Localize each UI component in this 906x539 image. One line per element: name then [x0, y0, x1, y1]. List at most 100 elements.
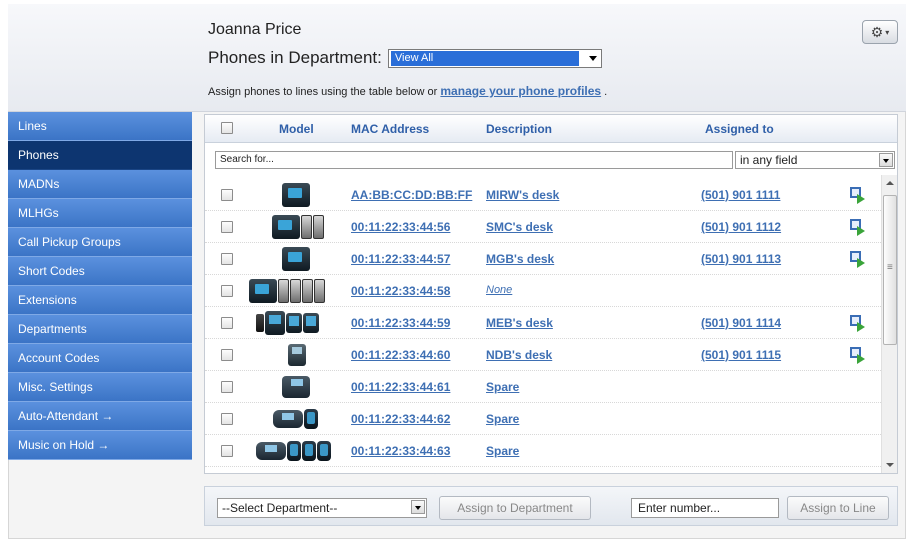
sidebar-item-madns[interactable]: MADNs: [8, 170, 192, 199]
description-link[interactable]: Spare: [486, 380, 519, 394]
forward-icon[interactable]: [850, 315, 866, 332]
row-checkbox[interactable]: [221, 253, 233, 265]
table-row[interactable]: AA:BB:CC:DD:BB:FF MIRW's desk (501) 901 …: [205, 179, 881, 211]
mac-address-link[interactable]: 00:11:22:33:44:63: [351, 444, 450, 458]
sidebar-item-phones[interactable]: Phones: [8, 141, 192, 170]
row-checkbox[interactable]: [221, 381, 233, 393]
mac-address-link[interactable]: 00:11:22:33:44:57: [351, 252, 450, 266]
phone-model-icon: [282, 374, 310, 400]
sidebar-item-lines[interactable]: Lines: [8, 112, 192, 141]
search-input[interactable]: Search for...: [215, 151, 733, 169]
row-checkbox[interactable]: [221, 317, 233, 329]
phone-model-icon: [288, 342, 306, 368]
scrollbar-thumb[interactable]: [883, 195, 897, 345]
sidebar: Lines Phones MADNs MLHGs Call Pickup Gro…: [8, 112, 192, 460]
description-link[interactable]: None: [486, 284, 512, 296]
chevron-down-icon: [411, 500, 425, 514]
manage-phone-profiles-link[interactable]: manage your phone profiles: [440, 84, 601, 98]
description-link[interactable]: Spare: [486, 444, 519, 458]
row-checkbox[interactable]: [221, 445, 233, 457]
mac-address-link[interactable]: AA:BB:CC:DD:BB:FF: [351, 188, 472, 202]
mac-address-link[interactable]: 00:11:22:33:44:58: [351, 284, 450, 298]
chevron-down-icon: [588, 55, 597, 61]
user-name: Joanna Price: [208, 21, 302, 38]
table-row[interactable]: 00:11:22:33:44:62 Spare: [205, 403, 881, 435]
sidebar-item-short-codes[interactable]: Short Codes: [8, 257, 192, 286]
description-link[interactable]: MEB's desk: [486, 316, 553, 330]
assigned-number-link[interactable]: (501) 901 1112: [701, 220, 781, 234]
sidebar-item-music-on-hold[interactable]: Music on Hold →: [8, 431, 192, 460]
action-footer: --Select Department-- Assign to Departme…: [204, 486, 898, 526]
sidebar-item-auto-attendant[interactable]: Auto-Attendant →: [8, 402, 192, 431]
sidebar-item-account-codes[interactable]: Account Codes: [8, 344, 192, 373]
mac-address-link[interactable]: 00:11:22:33:44:62: [351, 412, 450, 426]
row-checkbox[interactable]: [221, 413, 233, 425]
department-selected-value: View All: [390, 50, 579, 66]
forward-icon[interactable]: [850, 251, 866, 268]
row-checkbox[interactable]: [221, 189, 233, 201]
column-header-assigned[interactable]: Assigned to: [705, 122, 774, 136]
phone-model-icon: [256, 310, 319, 336]
table-row[interactable]: 00:11:22:33:44:57 MGB's desk (501) 901 1…: [205, 243, 881, 275]
table-row[interactable]: 00:11:22:33:44:60 NDB's desk (501) 901 1…: [205, 339, 881, 371]
table-row[interactable]: 00:11:22:33:44:63 Spare: [205, 435, 881, 467]
assign-note-text: Assign phones to lines using the table b…: [208, 86, 438, 98]
phones-table-panel: Model MAC Address Description Assigned t…: [204, 114, 898, 474]
mac-address-link[interactable]: 00:11:22:33:44:61: [351, 380, 450, 394]
department-label: Phones in Department:: [208, 48, 382, 67]
settings-menu-button[interactable]: ⚙ ▾: [862, 20, 898, 44]
row-checkbox[interactable]: [221, 221, 233, 233]
column-header-model[interactable]: Model: [279, 122, 314, 136]
table-row[interactable]: 00:11:22:33:44:61 Spare: [205, 371, 881, 403]
assigned-number-link[interactable]: (501) 901 1111: [701, 188, 780, 202]
mac-address-link[interactable]: 00:11:22:33:44:56: [351, 220, 450, 234]
forward-icon[interactable]: [850, 219, 866, 236]
row-checkbox[interactable]: [221, 349, 233, 361]
gear-icon: ⚙: [870, 23, 884, 40]
phone-model-icon: [273, 406, 318, 432]
search-field-value: in any field: [740, 153, 798, 167]
forward-icon[interactable]: [850, 187, 866, 204]
table-row[interactable]: 00:11:22:33:44:56 SMC's desk (501) 901 1…: [205, 211, 881, 243]
row-checkbox[interactable]: [221, 285, 233, 297]
sidebar-item-call-pickup-groups[interactable]: Call Pickup Groups: [8, 228, 192, 257]
scroll-up-icon[interactable]: [882, 175, 898, 191]
description-link[interactable]: NDB's desk: [486, 348, 552, 362]
table-body: AA:BB:CC:DD:BB:FF MIRW's desk (501) 901 …: [205, 179, 881, 471]
table-scrollbar[interactable]: [881, 175, 897, 473]
mac-address-link[interactable]: 00:11:22:33:44:59: [351, 316, 450, 330]
column-header-mac[interactable]: MAC Address: [351, 122, 429, 136]
description-link[interactable]: Spare: [486, 412, 519, 426]
sidebar-item-departments[interactable]: Departments: [8, 315, 192, 344]
select-all-checkbox[interactable]: [221, 122, 233, 134]
sidebar-item-misc-settings[interactable]: Misc. Settings: [8, 373, 192, 402]
description-link[interactable]: MGB's desk: [486, 252, 554, 266]
phone-model-icon: [282, 182, 310, 208]
table-row[interactable]: 00:11:22:33:44:59 MEB's desk (501) 901 1…: [205, 307, 881, 339]
description-link[interactable]: MIRW's desk: [486, 188, 559, 202]
assigned-number-link[interactable]: (501) 901 1113: [701, 252, 781, 266]
search-field-select[interactable]: in any field: [735, 151, 895, 169]
table-row[interactable]: 00:11:22:33:44:58 None: [205, 275, 881, 307]
column-header-description[interactable]: Description: [486, 122, 552, 136]
number-input[interactable]: Enter number...: [631, 498, 779, 518]
department-assign-select[interactable]: --Select Department--: [217, 498, 427, 518]
assigned-number-link[interactable]: (501) 901 1114: [701, 316, 781, 330]
phone-model-icon: [249, 278, 325, 304]
sidebar-item-extensions[interactable]: Extensions: [8, 286, 192, 315]
forward-icon[interactable]: [850, 347, 866, 364]
sidebar-item-mlhgs[interactable]: MLHGs: [8, 199, 192, 228]
description-link[interactable]: SMC's desk: [486, 220, 553, 234]
assign-note: Assign phones to lines using the table b…: [208, 84, 607, 98]
assign-to-department-button[interactable]: Assign to Department: [439, 496, 591, 520]
scroll-down-icon[interactable]: [882, 457, 898, 473]
assigned-number-link[interactable]: (501) 901 1115: [701, 348, 781, 362]
assign-to-line-button[interactable]: Assign to Line: [787, 496, 889, 520]
search-row: Search for... in any field: [205, 151, 897, 171]
department-select[interactable]: View All: [387, 48, 602, 68]
phone-model-icon: [256, 438, 331, 464]
table-header: Model MAC Address Description Assigned t…: [205, 115, 897, 143]
mac-address-link[interactable]: 00:11:22:33:44:60: [351, 348, 450, 362]
chevron-down-icon: ▾: [885, 27, 890, 37]
department-assign-value: --Select Department--: [222, 501, 338, 515]
